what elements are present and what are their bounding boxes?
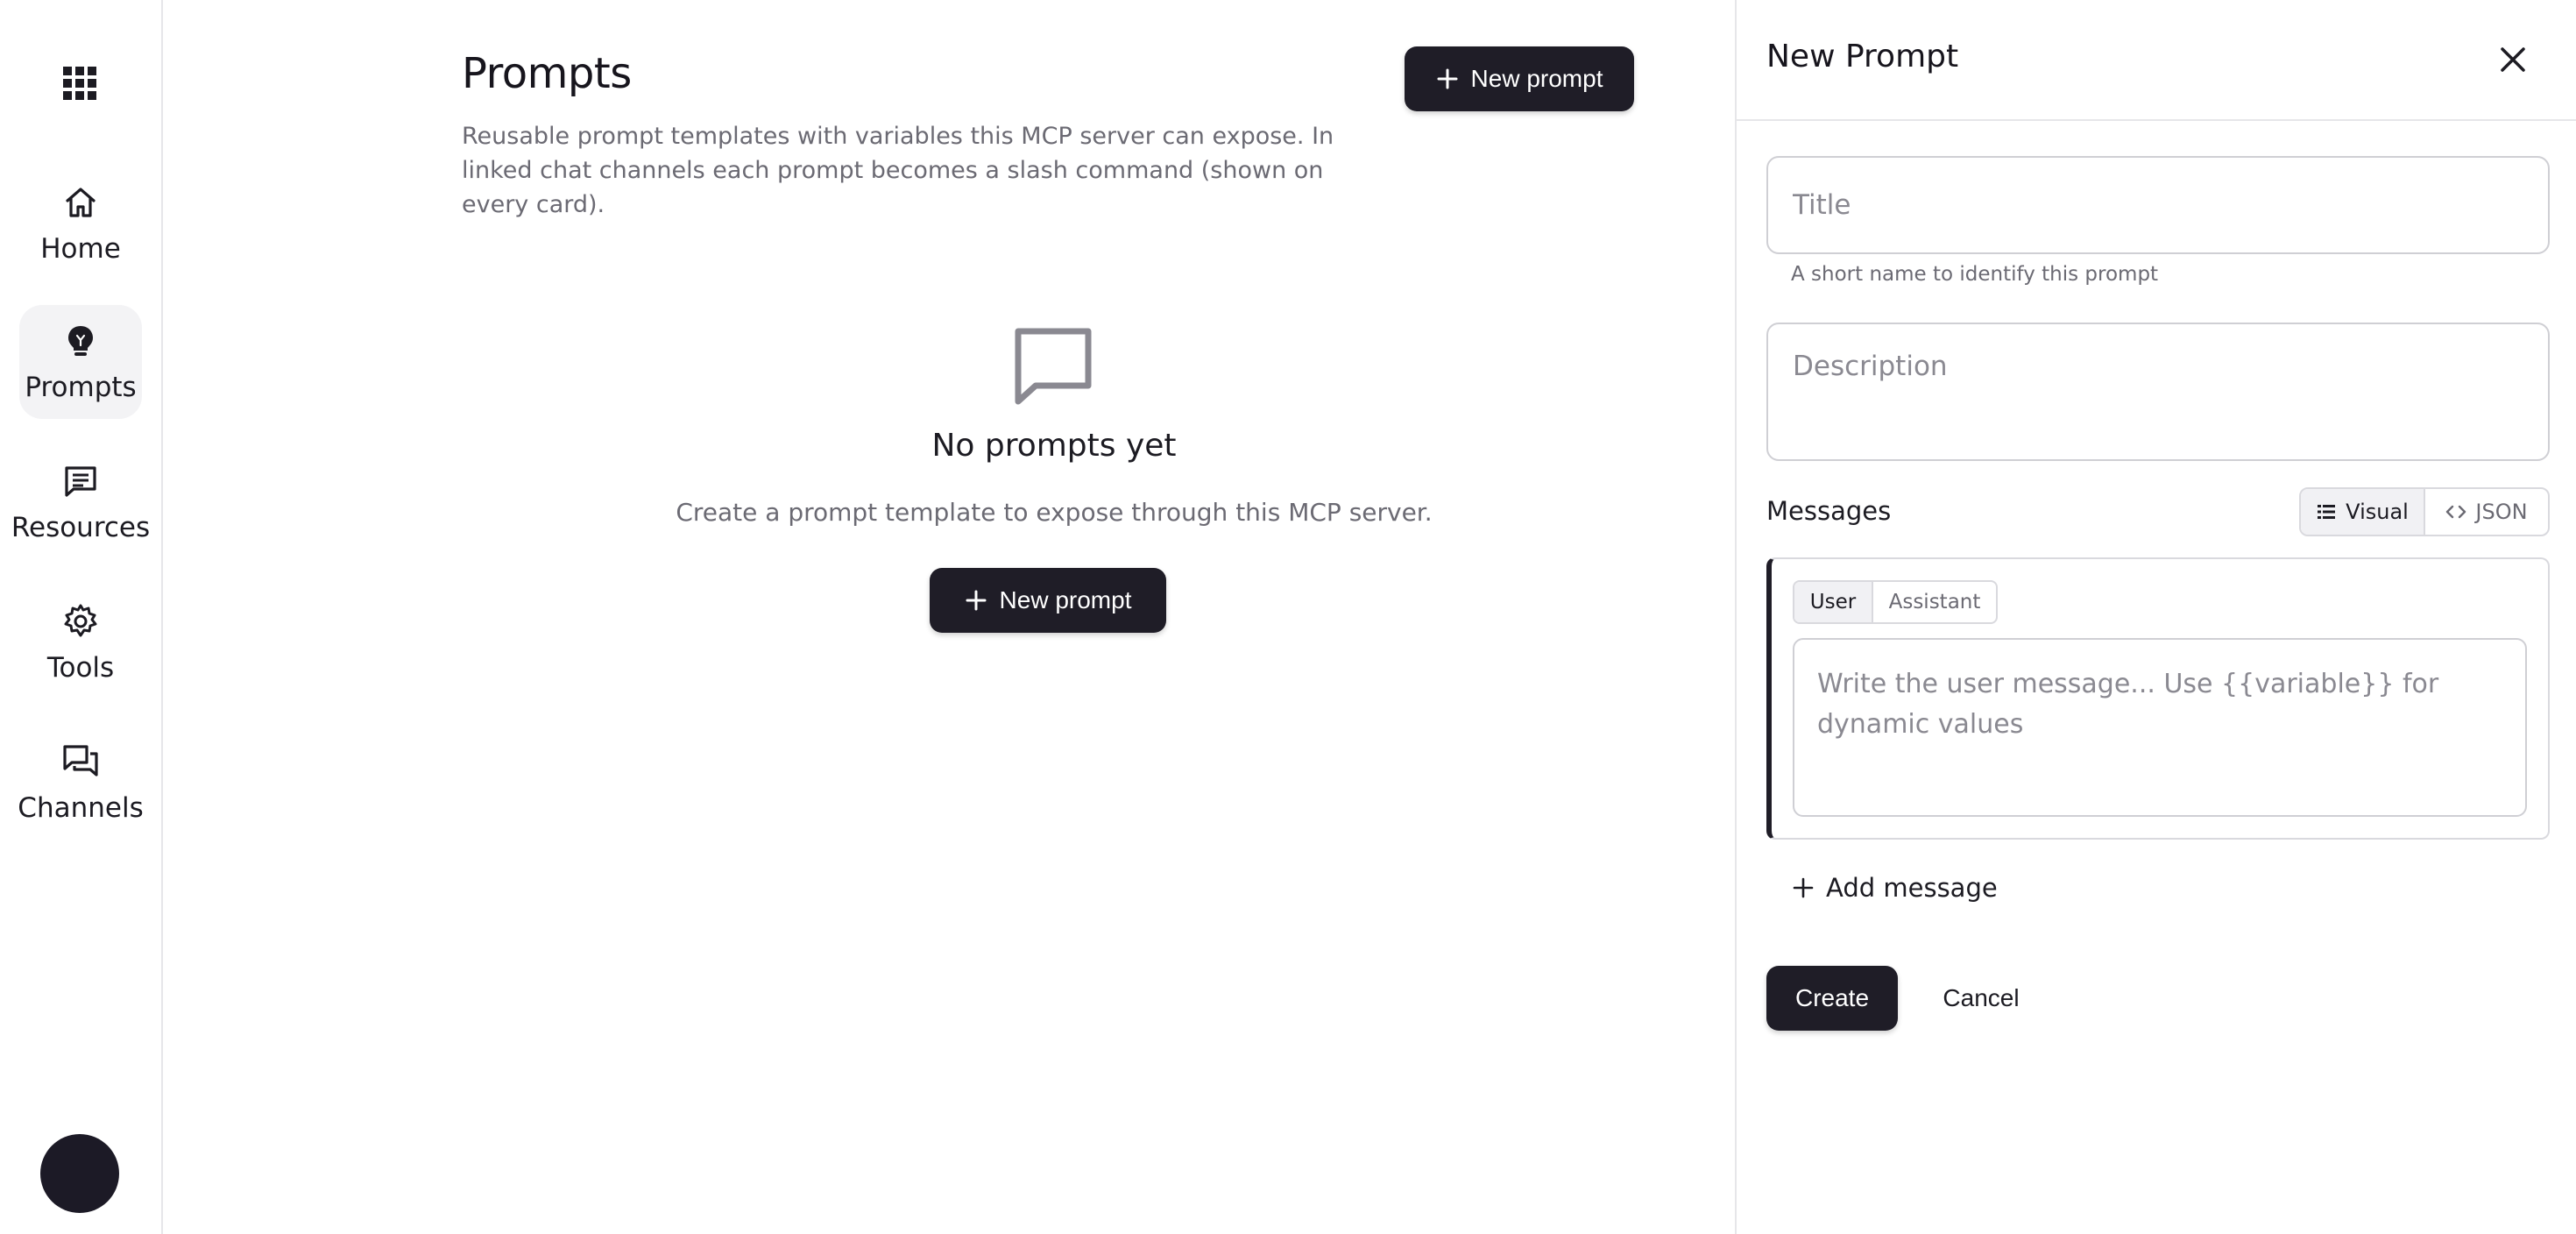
role-tabs: User Assistant [1793,580,1998,624]
create-button[interactable]: Create [1766,966,1898,1031]
view-toggle: Visual JSON [2299,487,2550,536]
sidebar-item-channels[interactable]: Channels [18,726,144,840]
empty-new-prompt-button[interactable]: New prompt [930,568,1166,633]
sidebar-item-resources[interactable]: Resources [11,445,150,559]
messages-label: Messages [1766,496,1892,526]
new-prompt-button[interactable]: New prompt [1405,46,1634,111]
lightbulb-icon [68,326,93,356]
role-tab-user[interactable]: User [1794,582,1873,622]
message-card: User Assistant [1766,557,2550,840]
gear-icon [64,604,97,637]
empty-chat-icon [1015,328,1092,405]
plus-icon [1793,877,1814,898]
add-message-label: Add message [1826,873,1998,903]
apps-grid-icon[interactable] [61,65,98,102]
role-tab-assistant[interactable]: Assistant [1873,582,1996,622]
empty-state-title: No prompts yet [931,428,1177,464]
avatar[interactable] [40,1134,119,1213]
sidebar-item-tools[interactable]: Tools [19,585,142,699]
add-message-button[interactable]: Add message [1793,873,1998,903]
plus-icon [966,590,987,611]
plus-icon [1437,68,1458,89]
empty-new-prompt-label: New prompt [999,586,1132,613]
new-prompt-panel: New Prompt A short name to identify this… [1735,0,2576,1234]
sidebar-item-prompts[interactable]: Prompts [19,305,142,419]
description-input[interactable] [1766,323,2550,461]
message-square-icon [65,466,96,497]
code-icon [2446,505,2466,519]
page-title: Prompts [462,49,632,98]
message-input[interactable] [1793,638,2527,817]
panel-header: New Prompt [1737,0,2576,121]
sidebar-item-label: Tools [46,652,115,684]
page-description: Reusable prompt templates with variables… [462,123,1334,218]
visual-toggle-label: Visual [2346,500,2409,524]
visual-toggle-button[interactable]: Visual [2301,489,2425,535]
json-toggle-label: JSON [2475,500,2528,524]
close-icon[interactable] [2495,42,2530,77]
empty-state-description: Create a prompt template to expose throu… [676,498,1433,527]
app-window: Home Prompts Resources Tools Channels Pr… [0,0,2576,1234]
home-icon [66,188,96,217]
new-prompt-label: New prompt [1470,65,1603,92]
sidebar-item-label: Home [40,233,121,265]
list-icon [2318,505,2336,519]
sidebar-item-label: Prompts [25,372,137,403]
main-content: Prompts Reusable prompt templates with v… [165,0,1735,1234]
sidebar-item-label: Resources [11,512,151,543]
sidebar: Home Prompts Resources Tools Channels [0,0,163,1234]
cancel-button[interactable]: Cancel [1924,966,2038,1031]
sidebar-item-home[interactable]: Home [19,167,142,280]
title-input[interactable] [1766,156,2550,254]
sidebar-item-label: Channels [18,792,144,824]
panel-title: New Prompt [1766,39,1959,74]
json-toggle-button[interactable]: JSON [2425,489,2548,535]
title-helper-text: A short name to identify this prompt [1791,263,2159,286]
chat-bubbles-icon [63,745,98,777]
